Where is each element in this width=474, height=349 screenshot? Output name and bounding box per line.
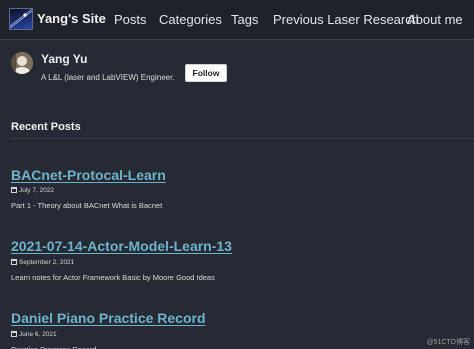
post-excerpt: Learn notes for Actor Framework Basic by… xyxy=(11,273,215,282)
section-title-recent-posts: Recent Posts xyxy=(11,121,81,133)
post-date-text: July 7, 2022 xyxy=(19,187,55,194)
nav-tags[interactable]: Tags xyxy=(231,12,258,27)
site-brand[interactable]: Yang's Site xyxy=(37,11,106,26)
post-excerpt: Practice Progress Record xyxy=(11,345,96,349)
post-date: July 7, 2022 xyxy=(11,187,54,194)
site-logo-graphic xyxy=(10,9,32,29)
post-title-link[interactable]: 2021-07-14-Actor-Model-Learn-13 xyxy=(11,238,232,254)
post-date-text: September 2, 2021 xyxy=(19,259,75,266)
follow-button[interactable]: Follow xyxy=(185,64,227,82)
nav-previous-laser-research[interactable]: Previous Laser Research xyxy=(273,12,419,27)
calendar-icon xyxy=(11,187,17,193)
section-divider xyxy=(11,138,474,139)
site-logo[interactable] xyxy=(9,8,33,30)
avatar xyxy=(11,52,33,74)
author-bio: A L&L (laser and LabVIEW) Engineer. xyxy=(41,73,175,82)
post-excerpt: Part 1 - Theory about BACnet What is Bac… xyxy=(11,201,163,210)
nav-categories[interactable]: Categories xyxy=(159,12,222,27)
nav-about-me[interactable]: About me xyxy=(407,12,463,27)
post-date: September 2, 2021 xyxy=(11,259,74,266)
nav-posts[interactable]: Posts xyxy=(114,12,147,27)
post-date-text: June 6, 2021 xyxy=(19,331,57,338)
calendar-icon xyxy=(11,259,17,265)
post-date: June 6, 2021 xyxy=(11,331,57,338)
calendar-icon xyxy=(11,331,17,337)
avatar-photo xyxy=(11,52,33,74)
post-title-link[interactable]: Daniel Piano Practice Record xyxy=(11,310,206,326)
watermark: @51CTO博客 xyxy=(426,339,470,346)
post-title-link[interactable]: BACnet-Protocal-Learn xyxy=(11,167,166,183)
top-navbar: Yang's Site Posts Categories Tags Previo… xyxy=(0,0,474,40)
author-name[interactable]: Yang Yu xyxy=(41,52,87,66)
